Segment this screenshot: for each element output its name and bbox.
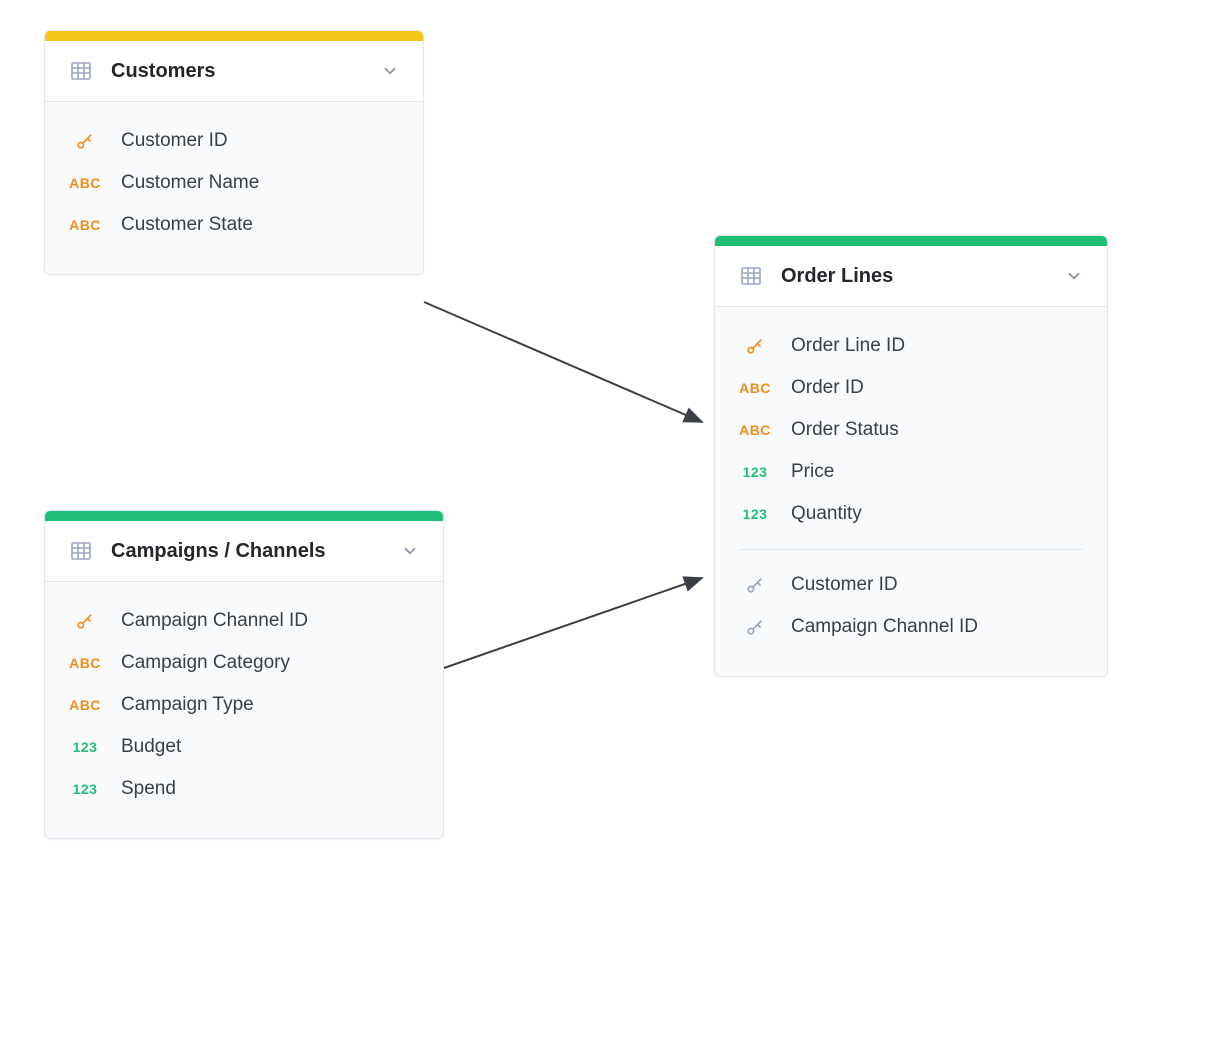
card-header: Campaigns / Channels xyxy=(45,521,443,582)
table-icon xyxy=(69,539,93,563)
field-label: Budget xyxy=(121,736,181,758)
field-label: Spend xyxy=(121,778,176,800)
field-label: Quantity xyxy=(791,503,862,525)
key-icon xyxy=(739,336,771,356)
card-title: Customers xyxy=(111,60,363,83)
field-label: Campaign Category xyxy=(121,652,290,674)
card-header: Customers xyxy=(45,41,423,102)
relation-campaigns-orderlines xyxy=(444,578,702,668)
field-row[interactable]: ABC Campaign Type xyxy=(69,684,419,726)
field-label: Order Status xyxy=(791,419,899,441)
field-label: Order ID xyxy=(791,377,864,399)
field-label: Customer ID xyxy=(791,574,898,596)
text-type-icon: ABC xyxy=(739,422,771,438)
number-type-icon: 123 xyxy=(739,464,771,480)
field-row[interactable]: Order Line ID xyxy=(739,325,1083,367)
card-title: Campaigns / Channels xyxy=(111,540,383,563)
number-type-icon: 123 xyxy=(69,739,101,755)
text-type-icon: ABC xyxy=(69,655,101,671)
field-row[interactable]: ABC Customer State xyxy=(69,204,399,246)
chevron-down-icon[interactable] xyxy=(381,62,399,80)
chevron-down-icon[interactable] xyxy=(1065,267,1083,285)
field-row[interactable]: 123 Quantity xyxy=(739,493,1083,535)
field-label: Campaign Type xyxy=(121,694,254,716)
table-card-orderlines[interactable]: Order Lines Order Line ID ABC Order ID A… xyxy=(714,235,1108,677)
field-row[interactable]: ABC Order ID xyxy=(739,367,1083,409)
field-row[interactable]: ABC Campaign Category xyxy=(69,642,419,684)
foreign-key-icon xyxy=(739,617,771,637)
number-type-icon: 123 xyxy=(739,506,771,522)
field-label: Order Line ID xyxy=(791,335,905,357)
foreign-key-row[interactable]: Customer ID xyxy=(739,564,1083,606)
text-type-icon: ABC xyxy=(739,380,771,396)
field-label: Customer Name xyxy=(121,172,259,194)
foreign-key-icon xyxy=(739,575,771,595)
card-header: Order Lines xyxy=(715,246,1107,307)
key-icon xyxy=(69,131,101,151)
field-row[interactable]: 123 Budget xyxy=(69,726,419,768)
key-icon xyxy=(69,611,101,631)
text-type-icon: ABC xyxy=(69,697,101,713)
field-divider xyxy=(739,549,1083,550)
field-label: Price xyxy=(791,461,834,483)
table-icon xyxy=(739,264,763,288)
field-label: Customer ID xyxy=(121,130,228,152)
card-body: Order Line ID ABC Order ID ABC Order Sta… xyxy=(715,307,1107,676)
field-row[interactable]: ABC Order Status xyxy=(739,409,1083,451)
field-label: Campaign Channel ID xyxy=(121,610,308,632)
field-label: Campaign Channel ID xyxy=(791,616,978,638)
card-body: Customer ID ABC Customer Name ABC Custom… xyxy=(45,102,423,274)
text-type-icon: ABC xyxy=(69,175,101,191)
field-row[interactable]: 123 Spend xyxy=(69,768,419,810)
text-type-icon: ABC xyxy=(69,217,101,233)
relation-customers-orderlines xyxy=(424,302,702,422)
table-card-campaigns[interactable]: Campaigns / Channels Campaign Channel ID… xyxy=(44,510,444,839)
accent-bar xyxy=(715,236,1107,246)
accent-bar xyxy=(45,511,443,521)
field-row[interactable]: ABC Customer Name xyxy=(69,162,399,204)
foreign-key-row[interactable]: Campaign Channel ID xyxy=(739,606,1083,648)
erd-canvas: Customers Customer ID ABC Customer Name … xyxy=(0,0,1224,1040)
field-row[interactable]: Customer ID xyxy=(69,120,399,162)
accent-bar xyxy=(45,31,423,41)
card-body: Campaign Channel ID ABC Campaign Categor… xyxy=(45,582,443,838)
chevron-down-icon[interactable] xyxy=(401,542,419,560)
number-type-icon: 123 xyxy=(69,781,101,797)
field-label: Customer State xyxy=(121,214,253,236)
card-title: Order Lines xyxy=(781,265,1047,288)
field-row[interactable]: Campaign Channel ID xyxy=(69,600,419,642)
field-row[interactable]: 123 Price xyxy=(739,451,1083,493)
table-icon xyxy=(69,59,93,83)
table-card-customers[interactable]: Customers Customer ID ABC Customer Name … xyxy=(44,30,424,275)
